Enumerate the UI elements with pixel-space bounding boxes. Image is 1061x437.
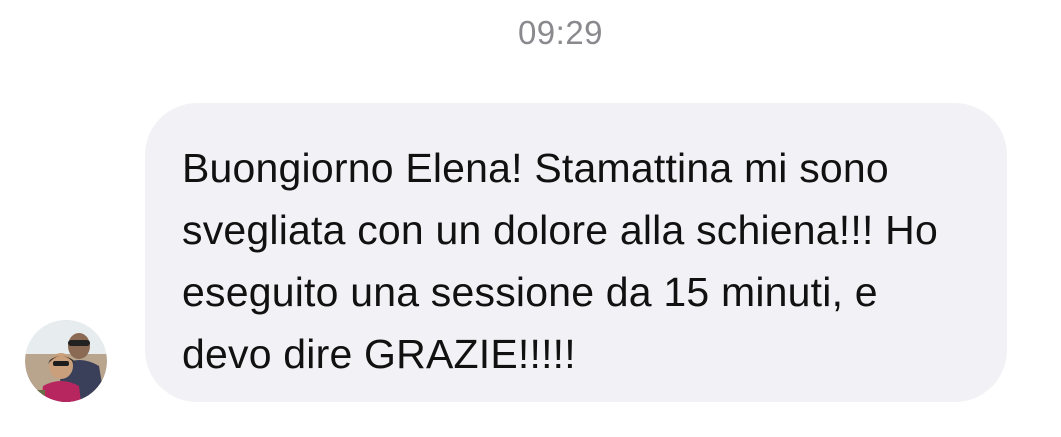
- avatar-photo-icon: [25, 320, 107, 402]
- sender-avatar[interactable]: [25, 320, 107, 402]
- incoming-message-row: Buongiorno Elena! Stamattina mi sono sve…: [0, 103, 1061, 403]
- message-timestamp: 09:29: [517, 14, 604, 51]
- message-text: Buongiorno Elena! Stamattina mi sono sve…: [182, 145, 938, 377]
- message-bubble[interactable]: Buongiorno Elena! Stamattina mi sono sve…: [145, 103, 1007, 402]
